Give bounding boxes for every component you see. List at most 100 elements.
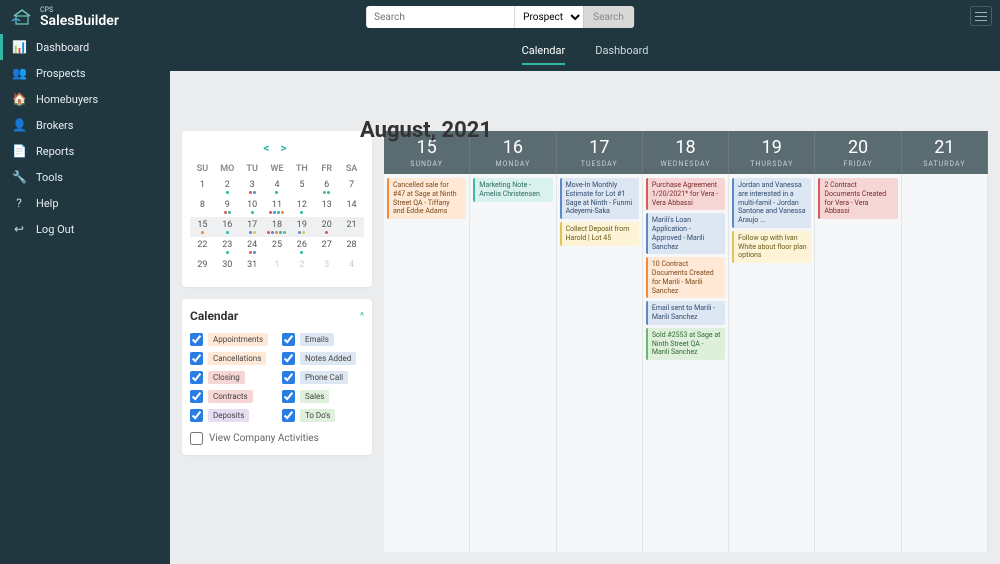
legend-item[interactable]: Notes Added	[282, 352, 364, 365]
sidebar-item-prospects[interactable]: 👥Prospects	[0, 60, 170, 86]
mini-day[interactable]: 19	[289, 217, 314, 237]
calendar-event[interactable]: Collect Deposit from Harold | Lot 45	[560, 222, 639, 246]
search-type-select[interactable]: Prospect	[514, 6, 583, 28]
mini-day[interactable]: 26	[289, 237, 314, 257]
mini-day[interactable]: 5	[289, 177, 314, 197]
mini-day[interactable]: 24	[240, 237, 265, 257]
nav-icon: 👤	[12, 118, 26, 132]
tab-calendar[interactable]: Calendar	[522, 44, 566, 65]
mini-hdr: FR	[314, 161, 339, 177]
mini-day[interactable]: 7	[339, 177, 364, 197]
search-input[interactable]	[366, 6, 514, 28]
nav-icon: 👥	[12, 66, 26, 80]
mini-day[interactable]: 3	[240, 177, 265, 197]
sidebar-item-log-out[interactable]: ↩Log Out	[0, 216, 170, 242]
legend-item[interactable]: Appointments	[190, 333, 272, 346]
nav-icon: ↩	[12, 222, 26, 236]
app-logo[interactable]: CPS SalesBuilder	[0, 7, 119, 28]
mini-day[interactable]: 12	[289, 197, 314, 217]
collapse-icon[interactable]: ^	[360, 311, 364, 322]
legend-checkbox[interactable]	[190, 333, 203, 346]
mini-day[interactable]: 22	[190, 237, 215, 257]
mini-day[interactable]: 13	[314, 197, 339, 217]
mini-day[interactable]: 16	[215, 217, 240, 237]
calendar-event[interactable]: Purchase Agreement 1/20/2021* for Vera -…	[646, 178, 725, 210]
calendar-event[interactable]: 2 Contract Documents Created for Vera - …	[818, 178, 897, 219]
legend-checkbox[interactable]	[282, 333, 295, 346]
mini-day[interactable]: 18	[265, 217, 290, 237]
mini-day[interactable]: 29	[190, 257, 215, 277]
left-column: < > SUMOTUWETHFRSA1234567891011121314151…	[182, 131, 372, 552]
sidebar-item-brokers[interactable]: 👤Brokers	[0, 112, 170, 138]
mini-day[interactable]: 27	[314, 237, 339, 257]
menu-icon[interactable]	[970, 6, 992, 26]
mini-day[interactable]: 15	[190, 217, 215, 237]
sidebar-item-homebuyers[interactable]: 🏠Homebuyers	[0, 86, 170, 112]
tab-dashboard[interactable]: Dashboard	[595, 44, 648, 65]
legend-item[interactable]: Contracts	[190, 390, 272, 403]
calendar-event[interactable]: Follow up with Ivan White about floor pl…	[732, 231, 811, 263]
view-company-toggle[interactable]: View Company Activities	[190, 432, 364, 445]
mini-day[interactable]: 9	[215, 197, 240, 217]
calendar-event[interactable]: Move-In Monthly Estimate for Lot #1 Sage…	[560, 178, 639, 219]
mini-hdr: SA	[339, 161, 364, 177]
legend-item[interactable]: To Do's	[282, 409, 364, 422]
legend-item[interactable]: Cancellations	[190, 352, 272, 365]
legend-item[interactable]: Closing	[190, 371, 272, 384]
mini-day[interactable]: 10	[240, 197, 265, 217]
content: < > SUMOTUWETHFRSA1234567891011121314151…	[170, 71, 1000, 564]
calendar-event[interactable]: Marili's Loan Application - Approved - M…	[646, 213, 725, 254]
mini-day[interactable]: 1	[265, 257, 290, 277]
mini-day[interactable]: 30	[215, 257, 240, 277]
mini-next[interactable]: >	[280, 141, 290, 155]
legend-chip: Sales	[300, 390, 329, 403]
calendar-event[interactable]: Sold #2553 at Sage at Ninth Street QA - …	[646, 328, 725, 360]
legend-checkbox[interactable]	[282, 371, 295, 384]
sidebar-item-reports[interactable]: 📄 Reports	[0, 138, 170, 164]
legend-checkbox[interactable]	[282, 409, 295, 422]
mini-day[interactable]: 6	[314, 177, 339, 197]
mini-day[interactable]: 8	[190, 197, 215, 217]
legend-checkbox[interactable]	[282, 352, 295, 365]
mini-day[interactable]: 2	[215, 177, 240, 197]
legend-item[interactable]: Phone Call	[282, 371, 364, 384]
mini-day[interactable]: 31	[240, 257, 265, 277]
sidebar-item-help[interactable]: ?Help	[0, 190, 170, 216]
legend-checkbox[interactable]	[282, 390, 295, 403]
mini-prev[interactable]: <	[263, 141, 273, 155]
mini-day[interactable]: 25	[265, 237, 290, 257]
mini-day[interactable]: 4	[339, 257, 364, 277]
mini-day[interactable]: 20	[314, 217, 339, 237]
mini-day[interactable]: 11	[265, 197, 290, 217]
mini-day[interactable]: 23	[215, 237, 240, 257]
mini-day[interactable]: 28	[339, 237, 364, 257]
legend-item[interactable]: Emails	[282, 333, 364, 346]
legend-chip: Emails	[300, 333, 334, 346]
calendar-event[interactable]: 10 Contract Documents Created for Marili…	[646, 257, 725, 298]
mini-day[interactable]: 21	[339, 217, 364, 237]
calendar-event[interactable]: Marketing Note - Amelia Christensen	[473, 178, 552, 202]
calendar-event[interactable]: Cancelled sale for #47 at Sage at Ninth …	[387, 178, 466, 219]
view-company-checkbox[interactable]	[190, 432, 203, 445]
calendar-event[interactable]: Jordan and Vanessa are interested in a m…	[732, 178, 811, 228]
legend-item[interactable]: Sales	[282, 390, 364, 403]
nav-icon: 📄	[12, 144, 26, 158]
legend-checkbox[interactable]	[190, 352, 203, 365]
sidebar-item-dashboard[interactable]: 📊Dashboard	[0, 34, 170, 60]
legend-checkbox[interactable]	[190, 409, 203, 422]
mini-day[interactable]: 1	[190, 177, 215, 197]
mini-day[interactable]: 3	[314, 257, 339, 277]
mini-day[interactable]: 14	[339, 197, 364, 217]
search-button[interactable]: Search	[583, 6, 634, 28]
legend-chip: To Do's	[300, 409, 335, 422]
sidebar-item-tools[interactable]: 🔧Tools	[0, 164, 170, 190]
legend-checkbox[interactable]	[190, 390, 203, 403]
mini-day[interactable]: 2	[289, 257, 314, 277]
logo-icon	[10, 7, 34, 27]
calendar-event[interactable]: Email sent to Marili - Marili Sanchez	[646, 301, 725, 325]
legend-item[interactable]: Deposits	[190, 409, 272, 422]
mini-day[interactable]: 4	[265, 177, 290, 197]
legend-checkbox[interactable]	[190, 371, 203, 384]
nav-label: Reports	[36, 145, 74, 158]
mini-day[interactable]: 17	[240, 217, 265, 237]
